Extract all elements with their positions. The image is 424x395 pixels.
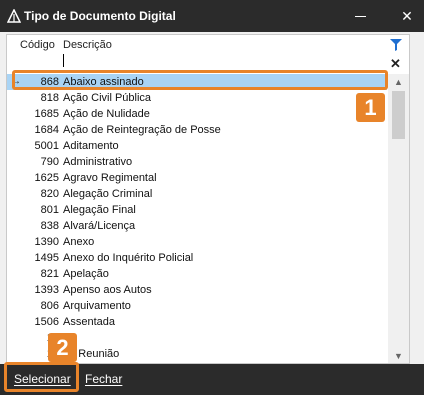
close-window-button[interactable]: ✕ bbox=[390, 0, 424, 32]
close-icon: ✕ bbox=[401, 8, 413, 24]
cell-description: Aditamento bbox=[63, 140, 119, 152]
cell-description: Administrativo bbox=[63, 156, 133, 168]
cell-code: 1495 bbox=[34, 252, 59, 264]
cell-description: Alegação Criminal bbox=[63, 188, 153, 200]
filter-icon[interactable] bbox=[390, 39, 402, 51]
callout-badge-2: 2 bbox=[48, 333, 77, 362]
table-row[interactable]: 1390 Anexo bbox=[7, 234, 387, 250]
clear-filter-icon[interactable]: ✕ bbox=[390, 56, 401, 72]
scroll-down-icon[interactable]: ▼ bbox=[388, 348, 409, 363]
cell-code: 1684 bbox=[34, 124, 59, 136]
table-row[interactable]: 820 Alegação Criminal bbox=[7, 186, 387, 202]
scroll-up-icon[interactable]: ▲ bbox=[388, 74, 409, 90]
scroll-thumb[interactable] bbox=[392, 91, 405, 139]
title-bar: Tipo de Documento Digital ✕ bbox=[0, 0, 424, 32]
cell-code: 820 bbox=[40, 188, 59, 200]
filter-input[interactable] bbox=[63, 54, 64, 67]
table-row[interactable]: 1393 Apenso aos Autos bbox=[7, 282, 387, 298]
cell-code: 806 bbox=[40, 300, 59, 312]
cell-description: Apenso aos Autos bbox=[63, 284, 152, 296]
cell-description: Apelação bbox=[63, 268, 109, 280]
table-row[interactable]: 838 Alvará/Licença bbox=[7, 218, 387, 234]
table-row[interactable]: 1495 Anexo do Inquérito Policial bbox=[7, 250, 387, 266]
vertical-scrollbar[interactable]: ▲ ▼ bbox=[388, 74, 409, 363]
cell-description: Anexo do Inquérito Policial bbox=[63, 252, 194, 264]
cell-description: Anexo bbox=[63, 236, 95, 248]
app-logo-icon bbox=[7, 9, 21, 23]
cell-code: 1625 bbox=[34, 172, 59, 184]
table-row[interactable]: 1685 Ação de Nulidade bbox=[7, 106, 387, 122]
close-button[interactable]: Fechar bbox=[85, 370, 122, 389]
cell-code: 1685 bbox=[34, 108, 59, 120]
table-row[interactable]: 821 Apelação bbox=[7, 266, 387, 282]
column-header-description[interactable]: Descrição bbox=[63, 39, 112, 51]
cell-code: 838 bbox=[40, 220, 59, 232]
table-row[interactable]: 806 Arquivamento bbox=[7, 298, 387, 314]
cell-description: Ação de Reintegração de Posse bbox=[63, 124, 221, 136]
window-title: Tipo de Documento Digital bbox=[24, 9, 176, 23]
highlight-frame-button bbox=[4, 362, 79, 392]
cell-description: Ação Civil Pública bbox=[63, 92, 152, 104]
table-row[interactable]: 5001 Aditamento bbox=[7, 138, 387, 154]
cell-description: Alvará/Licença bbox=[63, 220, 136, 232]
cell-code: 790 bbox=[40, 156, 59, 168]
cell-code: 801 bbox=[40, 204, 59, 216]
callout-badge-1: 1 bbox=[356, 93, 385, 122]
cell-code: 821 bbox=[40, 268, 59, 280]
cell-description: Ação de Nulidade bbox=[63, 108, 150, 120]
rows-container: → 868 Abaixo assinado 818 Ação Civil Pública… bbox=[7, 74, 387, 362]
minimize-icon bbox=[355, 16, 366, 17]
column-header-code[interactable]: Código bbox=[20, 39, 55, 51]
table-row[interactable]: 818 Ação Civil Pública bbox=[7, 90, 387, 106]
table-row[interactable]: 1684 Ação de Reintegração de Posse bbox=[7, 122, 387, 138]
table-row[interactable]: 1625 Agravo Regimental bbox=[7, 170, 387, 186]
cell-description: Assentada bbox=[63, 316, 115, 328]
cell-code: 5001 bbox=[34, 140, 59, 152]
cell-description: Alegação Final bbox=[63, 204, 136, 216]
minimize-button[interactable] bbox=[344, 0, 378, 32]
cell-code: 1390 bbox=[34, 236, 59, 248]
cell-code: 818 bbox=[40, 92, 59, 104]
cell-code: 1506 bbox=[34, 316, 59, 328]
table-row[interactable]: 790 Administrativo bbox=[7, 154, 387, 170]
cell-description: Arquivamento bbox=[63, 300, 131, 312]
cell-description: Agravo Regimental bbox=[63, 172, 157, 184]
table-row[interactable]: 1506 Assentada bbox=[7, 314, 387, 330]
highlight-frame-row bbox=[12, 70, 388, 90]
cell-code: 1393 bbox=[34, 284, 59, 296]
table-row[interactable]: 801 Alegação Final bbox=[7, 202, 387, 218]
